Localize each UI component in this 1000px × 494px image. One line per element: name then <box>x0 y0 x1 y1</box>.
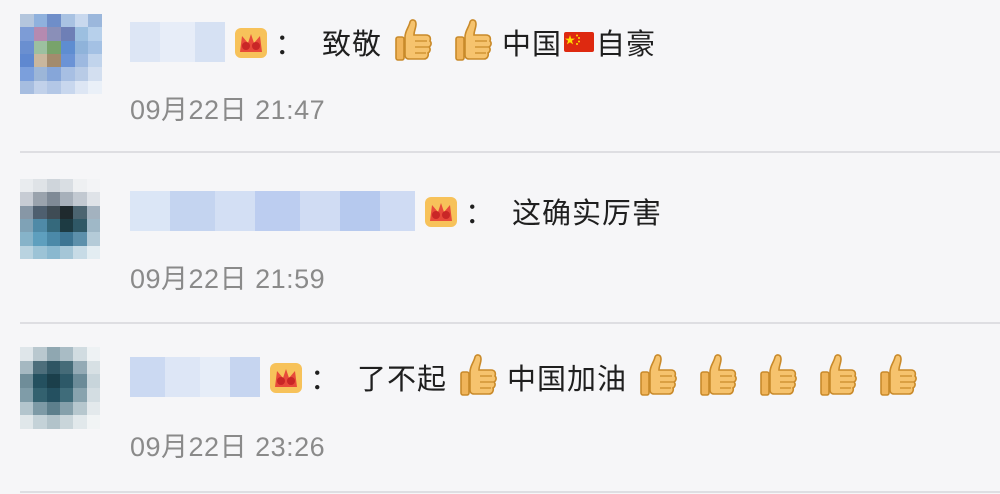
comment-list: ： 致敬 中国 自豪 09月22日 21:47 ： 这确实厉害 09月22日 2… <box>0 0 1000 494</box>
comment-text: 中国加油 <box>507 362 628 396</box>
comment-timestamp: 09月22日 21:59 <box>130 264 326 294</box>
comment-line: ： 致敬 中国 自豪 <box>130 14 656 70</box>
thumbs-up-icon <box>876 354 918 400</box>
thumbs-up-icon <box>696 354 738 400</box>
thumbs-up-icon <box>636 354 678 400</box>
avatar[interactable] <box>20 347 100 429</box>
username-blurred[interactable] <box>130 22 225 62</box>
comment-text: 致敬 <box>322 27 383 61</box>
comment-item: ： 了不起 中国加油 09月22日 23:26 <box>0 335 1000 485</box>
comment-line: ： 这确实厉害 <box>130 183 662 239</box>
thumbs-up-icon <box>451 19 493 65</box>
avatar[interactable] <box>20 179 100 259</box>
comment-text: 自豪 <box>596 27 657 61</box>
crown-badge-icon <box>231 22 271 62</box>
comment-text: 中国 <box>502 27 563 61</box>
divider <box>20 322 1000 324</box>
divider <box>20 491 1000 493</box>
comment-text: 了不起 <box>357 362 448 396</box>
comment-timestamp: 09月22日 21:47 <box>130 95 326 125</box>
separator: ： <box>275 27 305 61</box>
crown-badge-icon <box>421 191 461 231</box>
crown-badge-icon <box>266 357 306 397</box>
avatar[interactable] <box>20 14 102 94</box>
username-blurred[interactable] <box>130 357 260 397</box>
divider <box>20 151 1000 153</box>
comment-timestamp: 09月22日 23:26 <box>130 432 326 462</box>
username-blurred[interactable] <box>130 191 415 231</box>
thumbs-up-icon <box>391 19 433 65</box>
separator: ： <box>310 362 340 396</box>
thumbs-up-icon <box>816 354 858 400</box>
thumbs-up-icon <box>756 354 798 400</box>
separator: ： <box>465 196 495 230</box>
china-flag-icon <box>564 32 595 52</box>
comment-item: ： 这确实厉害 09月22日 21:59 <box>0 165 1000 315</box>
comment-text: 这确实厉害 <box>512 196 663 230</box>
thumbs-up-icon <box>456 354 498 400</box>
comment-item: ： 致敬 中国 自豪 09月22日 21:47 <box>0 0 1000 150</box>
comment-line: ： 了不起 中国加油 <box>130 349 927 405</box>
